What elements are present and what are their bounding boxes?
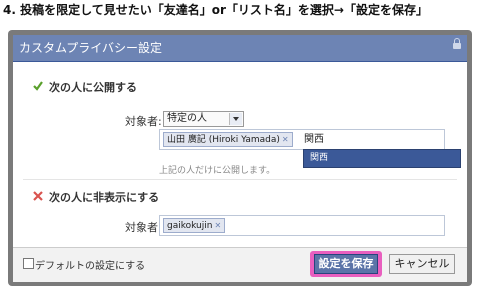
person-token[interactable]: 山田 廣記 (Hiroki Yamada) ✕	[163, 132, 293, 147]
suggestion-label: 関西	[310, 153, 329, 163]
dialog-titlebar: カスタムプライバシー設定	[13, 35, 467, 62]
show-people-input[interactable]: 山田 廣記 (Hiroki Yamada) ✕ 関西	[159, 129, 445, 150]
target-select[interactable]: 特定の人	[163, 111, 244, 127]
default-checkbox-label: デフォルトの設定にする	[35, 261, 146, 272]
cancel-button[interactable]: キャンセル	[389, 254, 455, 274]
default-checkbox[interactable]	[23, 258, 34, 269]
dialog-footer: デフォルトの設定にする 設定を保存 キャンセル	[13, 247, 467, 282]
person-token-label: gaikokujin	[167, 221, 213, 231]
dialog-frame: カスタムプライバシー設定 次の人に公開する 対象者: 特定の人 山田 廣記 (H…	[8, 30, 472, 286]
check-icon	[33, 81, 43, 91]
chevron-down-icon[interactable]	[229, 113, 242, 125]
dialog-title: カスタムプライバシー設定	[19, 41, 163, 55]
show-hint: 上記の人だけに公開します。	[159, 166, 276, 176]
suggestion-item[interactable]: 関西	[303, 149, 461, 168]
hide-people-input[interactable]: gaikokujin ✕	[159, 215, 445, 236]
hide-target-label: 対象者:	[125, 221, 162, 234]
typed-text: 関西	[304, 134, 324, 145]
section-divider	[23, 179, 457, 180]
x-icon	[33, 191, 43, 201]
save-button[interactable]: 設定を保存	[314, 254, 378, 274]
instruction-caption: 4. 投稿を限定して見せたい「友達名」or「リスト名」を選択→「設定を保存」	[3, 3, 428, 17]
person-token[interactable]: gaikokujin ✕	[163, 218, 226, 233]
hide-section-heading: 次の人に非表示にする	[49, 191, 160, 204]
lock-icon	[453, 38, 461, 49]
person-token-label: 山田 廣記 (Hiroki Yamada)	[167, 135, 280, 145]
custom-privacy-dialog: カスタムプライバシー設定 次の人に公開する 対象者: 特定の人 山田 廣記 (H…	[13, 35, 467, 282]
show-target-label: 対象者:	[125, 115, 162, 128]
close-icon[interactable]: ✕	[282, 135, 289, 144]
close-icon[interactable]: ✕	[214, 221, 221, 230]
show-section-heading: 次の人に公開する	[49, 81, 137, 94]
target-select-value: 特定の人	[167, 113, 207, 124]
